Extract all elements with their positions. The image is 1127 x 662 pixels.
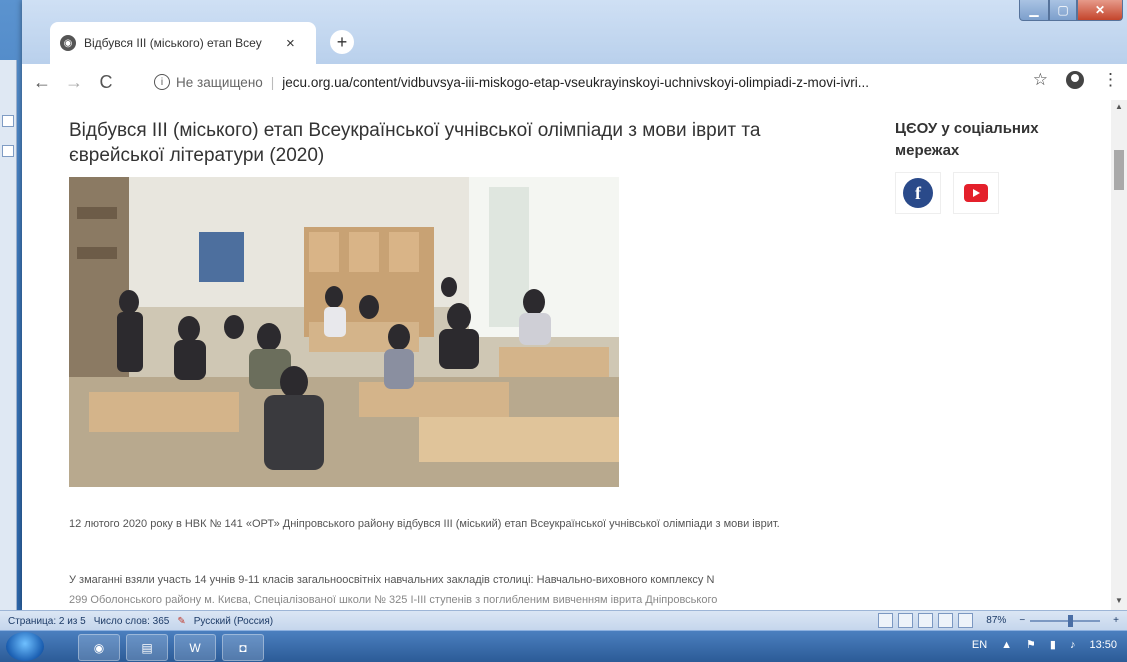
web-layout-view-icon[interactable] [918, 613, 934, 628]
youtube-link[interactable] [953, 172, 999, 214]
word-count[interactable]: Число слов: 365 [94, 616, 170, 627]
social-section-title: ЦЄОУ у соціальних мережах [895, 120, 1039, 159]
close-window-button[interactable]: ✕ [1077, 0, 1123, 21]
article-title: Відбувся ІІІ (міського) етап Всеукраїнсь… [69, 120, 761, 166]
info-icon[interactable]: i [154, 74, 170, 90]
classroom-photo-illustration [69, 177, 619, 487]
outline-view-icon[interactable] [938, 613, 954, 628]
article-paragraph-cut: 299 Оболонського району м. Києва, Спеціа… [69, 594, 718, 606]
zoom-out-icon[interactable]: − [1019, 615, 1025, 626]
ruler-marker [2, 115, 14, 127]
start-button-icon[interactable] [6, 632, 44, 661]
browser-titlebar: ◉ Відбувся ІІІ (міського) етап Всеу × + … [22, 0, 1127, 64]
article-paragraph: У змаганні взяли участь 14 учнів 9-11 кл… [69, 574, 715, 586]
ruler-marker [2, 145, 14, 157]
scrollbar-thumb[interactable] [1114, 150, 1124, 190]
browser-toolbar: ← → C i Не защищено | jecu.org.ua/conten… [22, 64, 1127, 101]
window-controls: ▁ ▢ ✕ [1019, 0, 1123, 21]
system-tray: EN ▲ ⚑ ▮ ♪ 13:50 [972, 638, 1117, 652]
action-center-icon[interactable]: ⚑ [1026, 638, 1036, 651]
zoom-slider[interactable] [1030, 614, 1101, 627]
page-content: Відбувся ІІІ (міського) етап Всеукраїнсь… [22, 100, 1111, 610]
scroll-down-arrow-icon[interactable]: ▼ [1115, 596, 1123, 605]
not-secure-label: Не защищено [176, 74, 263, 90]
spellcheck-icon[interactable]: ✎ [177, 616, 185, 627]
chrome-menu-icon[interactable]: ⋮ [1102, 70, 1119, 90]
bookmark-star-icon[interactable]: ☆ [1033, 70, 1048, 90]
toolbar-right: ☆ ⋮ [1033, 70, 1119, 90]
zoom-in-icon[interactable]: + [1113, 615, 1119, 626]
language-indicator[interactable]: Русский (Россия) [194, 616, 273, 627]
scroll-up-arrow-icon[interactable]: ▲ [1115, 102, 1123, 111]
back-button[interactable]: ← [30, 72, 54, 93]
draft-view-icon[interactable] [958, 613, 974, 628]
windows-taskbar: ◉ ▤ W ◘ EN ▲ ⚑ ▮ ♪ 13:50 [0, 630, 1127, 662]
full-screen-view-icon[interactable] [898, 613, 914, 628]
tab-close-icon[interactable]: × [286, 35, 295, 52]
minimize-button[interactable]: ▁ [1019, 0, 1049, 21]
facebook-icon: f [903, 178, 933, 208]
view-zoom-controls: 87% − + [878, 613, 1119, 628]
facebook-link[interactable]: f [895, 172, 941, 214]
tray-expand-icon[interactable]: ▲ [1001, 639, 1012, 651]
forward-button[interactable]: → [62, 72, 86, 93]
network-icon[interactable]: ▮ [1050, 638, 1056, 651]
page-count[interactable]: Страница: 2 из 5 [8, 616, 86, 627]
profile-avatar-icon[interactable] [1066, 71, 1084, 89]
explorer-taskbar-icon[interactable]: ▤ [126, 634, 168, 661]
word-status-bar: Страница: 2 из 5 Число слов: 365 ✎ Русск… [0, 610, 1127, 631]
word-taskbar-icon[interactable]: W [174, 634, 216, 661]
vertical-scrollbar[interactable]: ▲ ▼ [1111, 100, 1127, 610]
browser-tab[interactable]: ◉ Відбувся ІІІ (міського) етап Всеу × [50, 22, 316, 64]
site-favicon-icon: ◉ [60, 35, 76, 51]
address-bar[interactable]: i Не защищено | jecu.org.ua/content/vidb… [154, 68, 1014, 96]
tab-title: Відбувся ІІІ (міського) етап Всеу [84, 36, 262, 50]
reload-button[interactable]: C [94, 72, 118, 93]
browser-window: ◉ Відбувся ІІІ (міського) етап Всеу × + … [22, 0, 1127, 610]
new-tab-button[interactable]: + [330, 30, 354, 54]
address-separator: | [270, 74, 275, 90]
social-links: f [895, 172, 999, 214]
youtube-icon [964, 184, 988, 202]
volume-icon[interactable]: ♪ [1070, 639, 1076, 651]
article-photo [69, 177, 619, 487]
article-paragraph: 12 лютого 2020 року в НВК № 141 «ОРТ» Дн… [69, 518, 780, 530]
chrome-taskbar-icon[interactable]: ◉ [78, 634, 120, 661]
app-taskbar-icon[interactable]: ◘ [222, 634, 264, 661]
maximize-button[interactable]: ▢ [1049, 0, 1077, 21]
url-text[interactable]: jecu.org.ua/content/vidbuvsya-iii-miskog… [282, 75, 869, 90]
zoom-slider-knob[interactable] [1068, 614, 1074, 627]
clock[interactable]: 13:50 [1089, 639, 1117, 651]
zoom-level[interactable]: 87% [986, 615, 1006, 626]
word-vertical-ruler [0, 60, 17, 610]
print-layout-view-icon[interactable] [878, 613, 894, 628]
input-language[interactable]: EN [972, 639, 987, 651]
